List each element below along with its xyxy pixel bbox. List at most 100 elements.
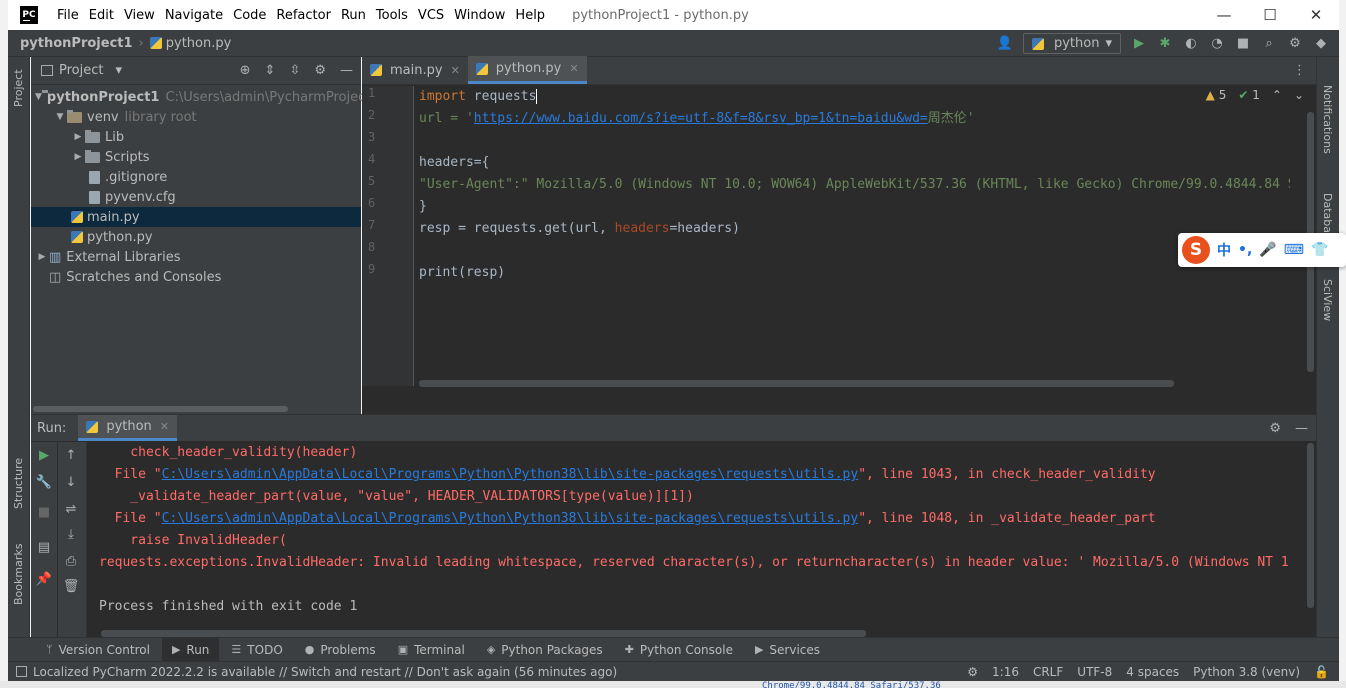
tab-python-console[interactable]: ✚ Python Console: [615, 638, 743, 662]
tab-python-py[interactable]: python.py ✕: [467, 56, 587, 84]
tab-todo[interactable]: ☰ TODO: [221, 638, 292, 662]
menu-run[interactable]: Run: [336, 8, 371, 23]
chevron-right-icon[interactable]: ▶: [71, 152, 85, 162]
hide-icon[interactable]: —: [340, 63, 353, 78]
editor-horizontal-scrollbar[interactable]: [419, 380, 1174, 387]
chevron-right-icon[interactable]: ▶: [35, 252, 49, 262]
chevron-down-icon[interactable]: ⌄: [1294, 88, 1304, 102]
collapse-all-icon[interactable]: ⇳: [289, 63, 300, 78]
minimize-button[interactable]: —: [1201, 0, 1247, 30]
structure-tool-button[interactable]: Structure: [12, 458, 25, 509]
gear-icon[interactable]: ⚙: [1287, 36, 1303, 52]
console-file-link[interactable]: C:\Users\admin\AppData\Local\Programs\Py…: [162, 511, 859, 526]
gear-icon[interactable]: ⚙: [1269, 421, 1281, 436]
locate-icon[interactable]: ⊕: [240, 63, 251, 78]
tree-item-main-py[interactable]: main.py: [31, 207, 361, 227]
debug-icon[interactable]: ✱: [1157, 36, 1173, 52]
breadcrumb-project[interactable]: pythonProject1: [20, 36, 133, 51]
menu-code[interactable]: Code: [228, 8, 271, 23]
stop-icon[interactable]: ■: [31, 505, 57, 520]
chevron-down-icon[interactable]: ▾: [115, 63, 122, 78]
close-tab-icon[interactable]: ✕: [451, 64, 460, 77]
arrow-down-icon[interactable]: ↓: [58, 475, 84, 490]
tree-item-project-root[interactable]: ▼ pythonProject1 C:\Users\admin\PycharmP…: [31, 87, 377, 107]
menu-tools[interactable]: Tools: [371, 8, 413, 23]
wrench-icon[interactable]: 🔧: [31, 475, 57, 490]
tab-terminal[interactable]: ▣ Terminal: [388, 638, 475, 662]
chevron-down-icon[interactable]: ▼: [35, 92, 42, 102]
trash-icon[interactable]: 🗑: [58, 579, 84, 594]
search-icon[interactable]: ⌕: [1261, 36, 1277, 52]
menu-window[interactable]: Window: [449, 8, 510, 23]
python-interpreter[interactable]: Python 3.8 (venv): [1193, 665, 1300, 679]
chevron-down-icon[interactable]: ▼: [53, 112, 67, 122]
tree-item-pyvenv-cfg[interactable]: pyvenv.cfg: [31, 187, 361, 207]
tab-problems[interactable]: ● Problems: [295, 638, 386, 662]
caret-position[interactable]: 1:16: [992, 665, 1019, 679]
print-icon[interactable]: ⎙: [58, 554, 84, 569]
ime-chinese-mode[interactable]: 中: [1217, 240, 1231, 260]
scroll-to-end-icon[interactable]: ⤓: [58, 527, 84, 542]
soft-wrap-icon[interactable]: ⇌: [58, 502, 84, 517]
ime-punctuation[interactable]: •,: [1238, 242, 1252, 258]
tree-item-external-libraries[interactable]: ▶ ▥ External Libraries: [31, 247, 361, 267]
rerun-icon[interactable]: ▶: [31, 448, 57, 463]
code-with-me-icon[interactable]: ◆: [1313, 36, 1329, 52]
menu-refactor[interactable]: Refactor: [271, 8, 336, 23]
project-horizontal-scrollbar[interactable]: [33, 406, 288, 412]
arrow-up-icon[interactable]: ↑: [58, 448, 84, 463]
menu-file[interactable]: File: [52, 8, 84, 23]
tab-version-control[interactable]: ᛘ Version Control: [36, 638, 160, 662]
profile-icon[interactable]: ◔: [1209, 36, 1225, 52]
code-url[interactable]: https://www.baidu.com/s?ie=utf-8&f=8&rsv…: [474, 111, 928, 126]
run-icon[interactable]: ▶: [1131, 36, 1147, 52]
console-horizontal-scrollbar[interactable]: [101, 630, 866, 637]
user-icon[interactable]: 👤: [997, 36, 1013, 52]
skin-icon[interactable]: 👕: [1311, 242, 1328, 258]
ok-indicator[interactable]: ✔ 1: [1238, 88, 1260, 102]
pin-icon[interactable]: 📌: [31, 572, 57, 587]
indent-setting[interactable]: 4 spaces: [1126, 665, 1179, 679]
breadcrumb-file[interactable]: python.py: [166, 36, 232, 51]
console-file-link[interactable]: C:\Users\admin\AppData\Local\Programs\Py…: [162, 467, 859, 482]
code-area[interactable]: import requests url = 'https://www.baidu…: [419, 86, 1290, 386]
tab-services[interactable]: ▶ Services: [745, 638, 830, 662]
lock-icon[interactable]: 🔓: [1314, 665, 1329, 679]
tab-python-packages[interactable]: ◈ Python Packages: [477, 638, 613, 662]
tree-item-scripts[interactable]: ▶ Scripts: [31, 147, 361, 167]
menu-vcs[interactable]: VCS: [413, 8, 449, 23]
console-output[interactable]: check_header_validity(header) File "C:\U…: [93, 442, 1306, 632]
gear-icon[interactable]: ⚙: [314, 63, 326, 78]
tab-run[interactable]: ▶ Run: [161, 637, 220, 662]
stop-icon[interactable]: ■: [1235, 36, 1251, 52]
project-tool-button[interactable]: Project: [12, 69, 25, 107]
close-tab-icon[interactable]: ✕: [569, 62, 578, 75]
menu-view[interactable]: View: [119, 8, 160, 23]
close-tab-icon[interactable]: ✕: [160, 420, 169, 433]
expand-all-icon[interactable]: ⇕: [265, 63, 276, 78]
chevron-right-icon[interactable]: ▶: [71, 132, 85, 142]
run-configuration-select[interactable]: python ▾: [1022, 33, 1121, 54]
bookmarks-tool-button[interactable]: Bookmarks: [12, 544, 25, 605]
layout-icon[interactable]: ▤: [31, 540, 57, 555]
notifications-tool-button[interactable]: Notifications: [1321, 85, 1334, 154]
menu-edit[interactable]: Edit: [84, 8, 119, 23]
sogou-logo-icon[interactable]: S: [1182, 236, 1210, 264]
tab-main-py[interactable]: main.py ✕: [362, 56, 468, 84]
menu-help[interactable]: Help: [510, 8, 550, 23]
status-message[interactable]: Localized PyCharm 2022.2.2 is available …: [8, 665, 617, 679]
event-icon[interactable]: ⚙: [967, 665, 978, 679]
tree-item-python-py[interactable]: python.py: [31, 227, 361, 247]
menu-navigate[interactable]: Navigate: [160, 8, 228, 23]
line-separator[interactable]: CRLF: [1033, 665, 1063, 679]
sciview-tool-button[interactable]: SciView: [1321, 279, 1334, 321]
maximize-button[interactable]: ☐: [1247, 0, 1293, 30]
tree-item-venv[interactable]: ▼ venv library root: [31, 107, 361, 127]
keyboard-icon[interactable]: ⌨: [1284, 242, 1304, 258]
project-panel-title[interactable]: Project: [59, 63, 103, 78]
chevron-up-icon[interactable]: ⌃: [1272, 88, 1282, 102]
hide-icon[interactable]: —: [1295, 421, 1308, 436]
close-button[interactable]: ✕: [1293, 0, 1339, 30]
more-tabs-icon[interactable]: ⋮: [1293, 63, 1316, 78]
run-tab-python[interactable]: python ✕: [78, 415, 178, 441]
